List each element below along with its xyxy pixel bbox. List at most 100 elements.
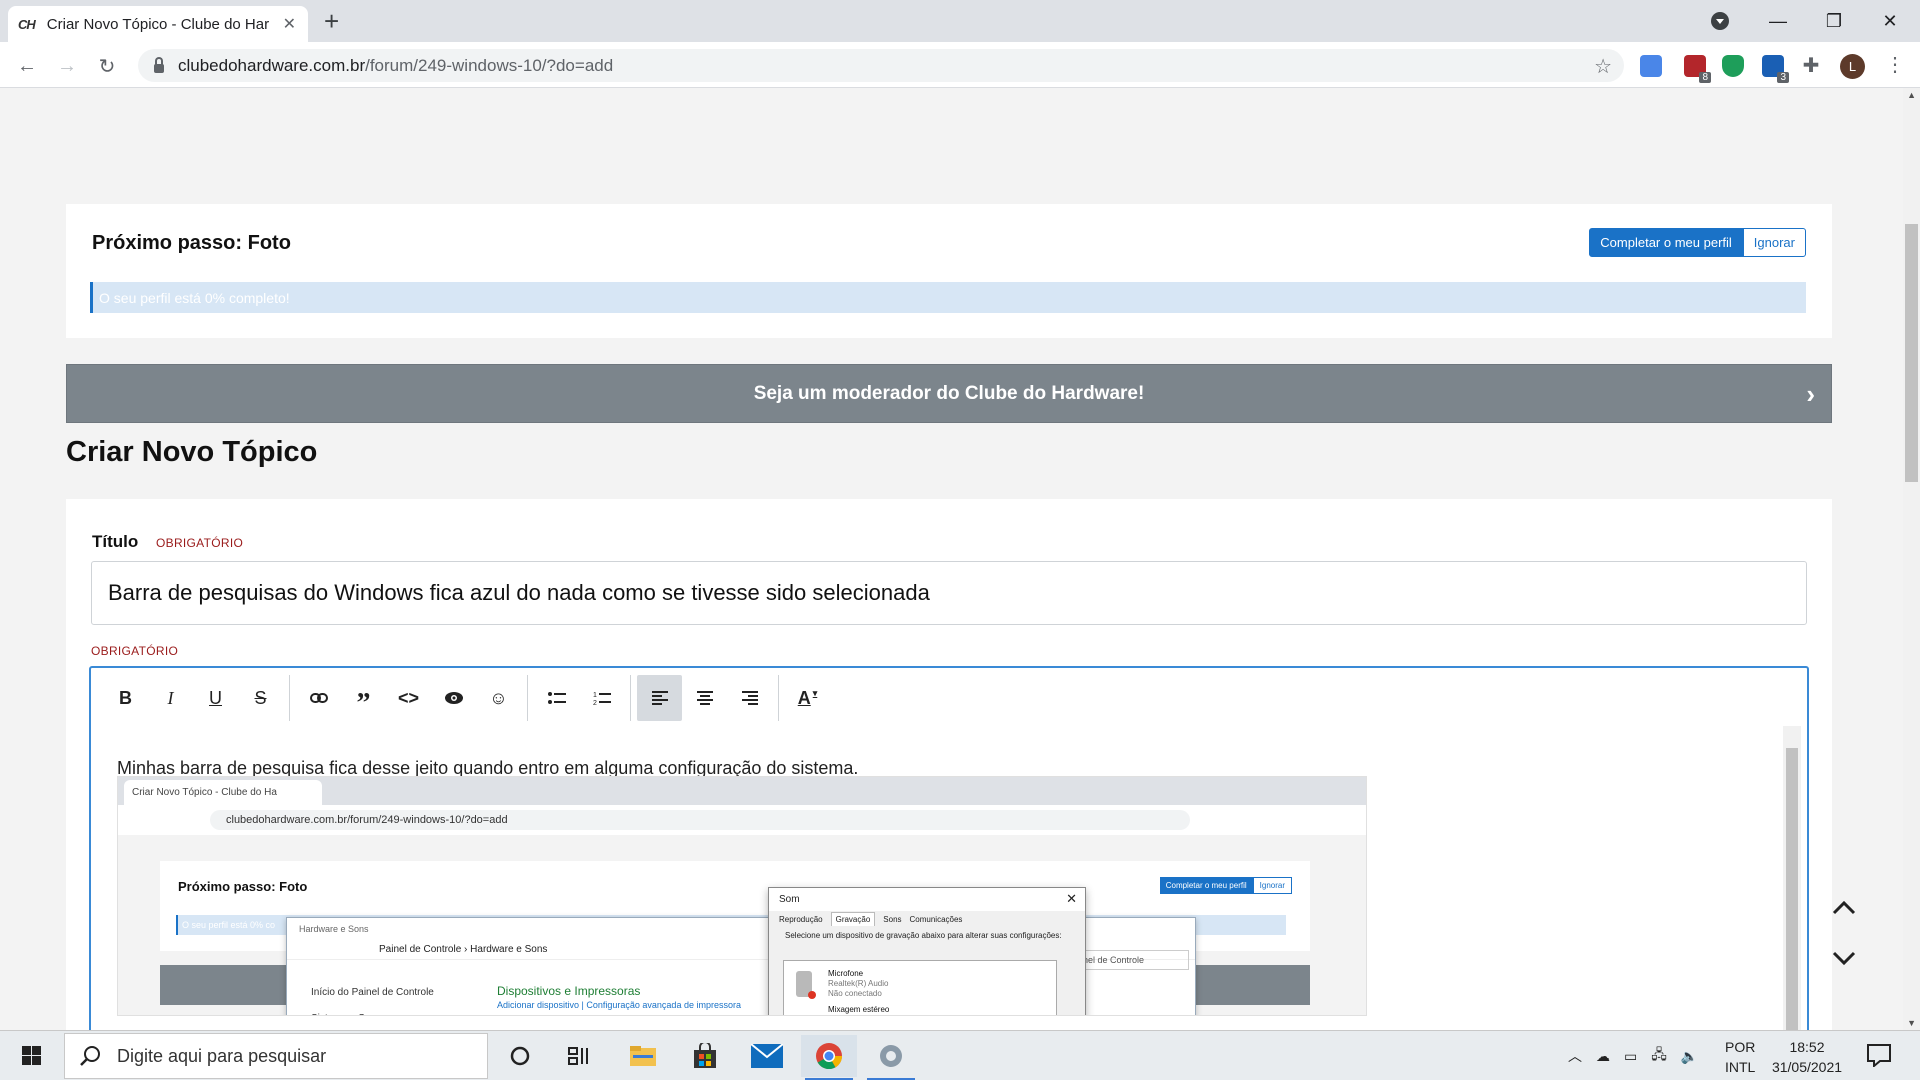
browser-tab[interactable]: CH Criar Novo Tópico - Clube do Hardware…	[8, 6, 308, 42]
shield-extension-icon[interactable]	[1722, 55, 1744, 77]
battery-icon[interactable]: ▭	[1624, 1048, 1637, 1065]
body-required-label: OBRIGATÓRIO	[91, 644, 179, 658]
embedded-url: clubedohardware.com.br/forum/249-windows…	[210, 810, 1190, 830]
restore-icon[interactable]: ❐	[1806, 0, 1862, 42]
embedded-step-title: Próximo passo: Foto	[178, 879, 308, 894]
embedded-close-icon: ✕	[1066, 891, 1077, 906]
reload-icon[interactable]: ↻	[93, 52, 121, 80]
chevron-right-icon: ›	[1806, 379, 1815, 409]
align-center-icon[interactable]	[682, 675, 727, 721]
profile-progress-bar: O seu perfil está 0% completo!	[90, 282, 1806, 313]
ublock-extension-icon[interactable]: 8	[1684, 55, 1711, 83]
scrollbar-down-arrow-icon[interactable]: ▼	[1907, 1018, 1916, 1028]
embedded-cp-side-security: Sistema e Segurança	[311, 1006, 434, 1015]
menu-kebab-icon[interactable]: ⋮	[1885, 52, 1905, 77]
tab-search-icon[interactable]	[1711, 12, 1729, 30]
chrome-taskbar-icon[interactable]	[801, 1035, 857, 1080]
new-topic-form: Título OBRIGATÓRIO OBRIGATÓRIO B I U S ”…	[66, 499, 1832, 1030]
complete-profile-button[interactable]: Completar o meu perfil	[1589, 228, 1743, 257]
title-input[interactable]	[91, 561, 1807, 625]
embedded-cp-search: ainel de Controle	[1069, 950, 1189, 970]
windows-start-icon[interactable]	[10, 1043, 50, 1069]
browser-toolbar: ← → ↻ clubedohardware.com.br/forum/249-w…	[0, 42, 1920, 88]
align-left-icon[interactable]	[637, 675, 682, 721]
embedded-device-status: Não conectado	[828, 989, 882, 998]
embedded-cp-devices-sub: Adicionar dispositivo | Configuração ava…	[497, 1000, 741, 1010]
settings-app-icon[interactable]	[863, 1035, 919, 1080]
tab-close-icon[interactable]: ✕	[283, 14, 296, 34]
toolbar-divider	[778, 675, 779, 721]
extensions-puzzle-icon[interactable]: ✚	[1800, 55, 1822, 77]
bookmark-star-icon[interactable]: ☆	[1594, 54, 1612, 79]
scroll-up-chevron-icon[interactable]	[1832, 896, 1856, 920]
strikethrough-icon[interactable]: S	[238, 675, 283, 721]
embedded-tab-sounds: Sons	[883, 915, 902, 924]
code-icon[interactable]: <>	[386, 675, 431, 721]
scroll-down-chevron-icon[interactable]	[1832, 946, 1856, 970]
page-viewport: Próximo passo: Foto Completar o meu perf…	[0, 88, 1920, 1030]
quote-icon[interactable]: ”	[341, 675, 386, 721]
back-icon[interactable]: ←	[13, 52, 41, 80]
input-language-indicator[interactable]: POR INTL	[1725, 1037, 1755, 1077]
volume-icon[interactable]: 🔈	[1681, 1048, 1698, 1065]
embedded-ignore-button: Ignorar	[1252, 877, 1292, 894]
embedded-screenshot-image[interactable]: Criar Novo Tópico - Clube do Ha clubedoh…	[117, 776, 1367, 1016]
taskbar-search-placeholder: Digite aqui para pesquisar	[117, 1045, 327, 1066]
embedded-tab-playback: Reprodução	[779, 915, 823, 924]
ignore-button[interactable]: Ignorar	[1742, 228, 1806, 257]
microphone-icon	[796, 971, 816, 999]
link-icon[interactable]	[296, 675, 341, 721]
editor-scrollbar-thumb[interactable]	[1786, 748, 1798, 1030]
address-bar[interactable]: clubedohardware.com.br/forum/249-windows…	[138, 49, 1624, 82]
minimize-icon[interactable]: —	[1750, 0, 1806, 42]
editor-scrollbar[interactable]	[1783, 726, 1801, 1030]
title-label: Título	[92, 532, 139, 551]
rich-text-editor[interactable]: B I U S ” <> ☺ 12 A ▾ Minhas barra de pe…	[89, 666, 1809, 1030]
cortana-icon[interactable]	[492, 1035, 548, 1077]
onedrive-cloud-icon[interactable]: ☁	[1596, 1048, 1610, 1065]
italic-icon[interactable]: I	[148, 675, 193, 721]
new-tab-icon[interactable]: +	[324, 6, 339, 36]
profile-avatar[interactable]: L	[1840, 54, 1865, 79]
moderator-banner-text: Seja um moderador do Clube do Hardware!	[753, 382, 1145, 404]
page-title: Criar Novo Tópico	[66, 436, 318, 468]
font-color-icon[interactable]: A ▾	[785, 675, 830, 721]
underline-icon[interactable]: U	[193, 675, 238, 721]
tab-title: Criar Novo Tópico - Clube do Hardware	[46, 15, 269, 33]
taskbar-clock[interactable]: 18:52 31/05/2021	[1768, 1037, 1846, 1077]
mail-extension-icon[interactable]: 3	[1762, 55, 1789, 83]
lang-top: POR	[1725, 1039, 1756, 1055]
bullet-list-icon[interactable]	[534, 675, 579, 721]
search-icon	[80, 1046, 100, 1066]
window-close-icon[interactable]: ✕	[1862, 0, 1918, 42]
align-right-icon[interactable]	[727, 675, 772, 721]
moderator-banner[interactable]: Seja um moderador do Clube do Hardware! …	[66, 364, 1832, 423]
svg-text:2: 2	[593, 700, 597, 706]
bold-icon[interactable]: B	[103, 675, 148, 721]
mail-icon[interactable]	[739, 1035, 795, 1077]
scrollbar-up-arrow-icon[interactable]: ▲	[1907, 90, 1916, 100]
taskbar-search-box[interactable]: Digite aqui para pesquisar	[64, 1033, 488, 1079]
store-icon[interactable]	[677, 1035, 733, 1077]
task-view-icon[interactable]	[552, 1035, 608, 1077]
network-icon[interactable]: 🖧	[1651, 1044, 1667, 1068]
show-hidden-icons-chevron-icon[interactable]: ︿	[1568, 1046, 1582, 1066]
translate-extension-icon[interactable]	[1640, 55, 1662, 77]
clock-date: 31/05/2021	[1771, 1059, 1843, 1075]
page-scrollbar-thumb[interactable]	[1905, 224, 1918, 482]
notifications-icon[interactable]	[1866, 1043, 1892, 1067]
embedded-device-name: Microfone	[828, 969, 864, 978]
embedded-device-driver: Realtek(R) Audio	[828, 979, 889, 988]
site-favicon-icon: CH	[18, 16, 36, 32]
embedded-cp-side-home: Início do Painel de Controle	[311, 987, 434, 998]
toolbar-divider	[289, 675, 290, 721]
embedded-tab-communications: Comunicações	[909, 915, 963, 924]
spoiler-eye-icon[interactable]	[431, 675, 476, 721]
file-explorer-icon[interactable]	[615, 1035, 671, 1077]
windows-taskbar: Digite aqui para pesquisar ︿ ☁ ▭ 🖧 🔈 POR…	[0, 1030, 1920, 1080]
numbered-list-icon[interactable]: 12	[579, 675, 624, 721]
emoji-icon[interactable]: ☺	[476, 675, 521, 721]
forward-icon[interactable]: →	[53, 52, 81, 80]
page-scrollbar[interactable]: ▲ ▼	[1903, 88, 1920, 1030]
browser-tab-bar: CH Criar Novo Tópico - Clube do Hardware…	[0, 0, 1920, 42]
